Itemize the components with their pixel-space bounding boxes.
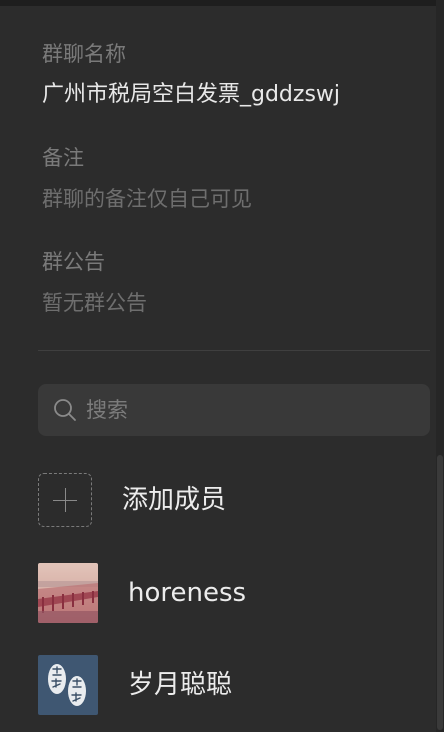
member-name: 岁月聪聪 [128, 670, 233, 700]
group-notice-value[interactable]: 暂无群公告 [42, 288, 422, 318]
calligraphy-avatar [38, 655, 98, 715]
group-name-value[interactable]: 广州市税局空白发票_gddzswj [42, 80, 422, 110]
scrollbar-track[interactable] [436, 0, 444, 732]
divider [38, 350, 430, 351]
photo-avatar [38, 563, 98, 623]
add-member-icon [38, 473, 92, 527]
search-input[interactable] [86, 395, 430, 425]
top-bar [0, 0, 444, 6]
member-item[interactable]: 岁月聪聪 [38, 655, 430, 715]
search-icon [52, 397, 78, 423]
group-info-panel: 群聊名称 广州市税局空白发票_gddzswj 备注 群聊的备注仅自己可见 群公告… [0, 0, 444, 732]
group-notice-section[interactable]: 群公告 暂无群公告 [42, 248, 422, 318]
member-item[interactable]: horeness [38, 563, 430, 623]
group-notice-label: 群公告 [42, 250, 105, 274]
remark-section[interactable]: 备注 群聊的备注仅自己可见 [42, 144, 422, 214]
group-name-label: 群聊名称 [42, 42, 126, 66]
group-name-section[interactable]: 群聊名称 广州市税局空白发票_gddzswj [42, 40, 422, 110]
add-member-button[interactable]: 添加成员 [38, 472, 430, 528]
remark-label: 备注 [42, 146, 84, 170]
member-name: horeness [128, 578, 247, 608]
add-member-label: 添加成员 [122, 485, 227, 515]
remark-field[interactable]: 群聊的备注仅自己可见 [42, 184, 422, 214]
member-search-box[interactable] [38, 384, 430, 436]
scrollbar-thumb[interactable] [437, 455, 443, 730]
